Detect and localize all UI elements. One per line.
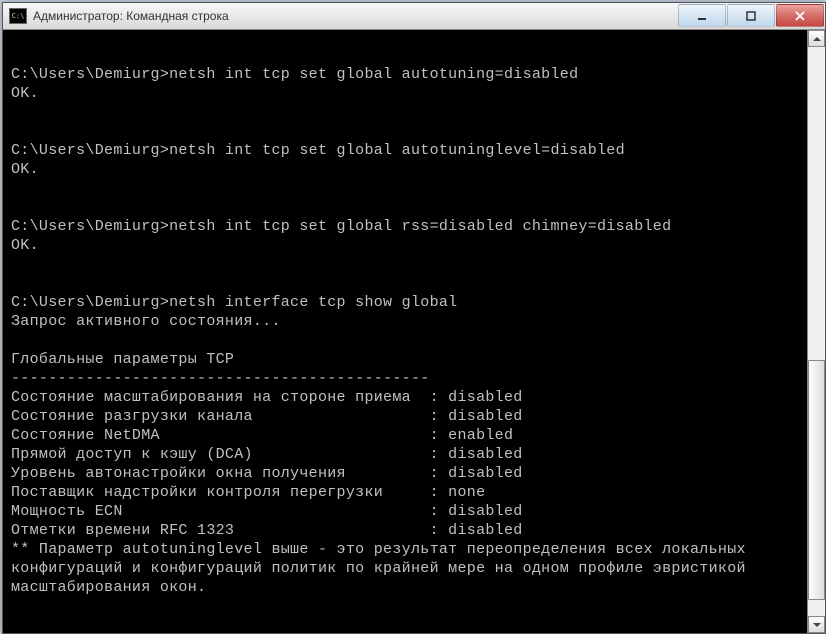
console-viewport[interactable]: C:\Users\Demiurg>netsh int tcp set globa…: [3, 30, 825, 633]
window-title: Администратор: Командная строка: [33, 9, 678, 23]
chevron-down-icon: [813, 623, 821, 627]
console-output: C:\Users\Demiurg>netsh int tcp set globa…: [11, 46, 817, 597]
scroll-thumb[interactable]: [808, 360, 825, 600]
close-icon: [795, 11, 805, 21]
scroll-up-button[interactable]: [808, 30, 825, 47]
chevron-up-icon: [813, 37, 821, 41]
maximize-icon: [746, 11, 756, 21]
vertical-scrollbar[interactable]: [807, 30, 825, 633]
system-menu-icon[interactable]: [9, 8, 27, 24]
minimize-button[interactable]: [678, 4, 726, 27]
terminal-window: Администратор: Командная строка C:\Users…: [2, 2, 826, 634]
close-button[interactable]: [776, 4, 824, 27]
window-controls: [678, 3, 825, 29]
maximize-button[interactable]: [727, 4, 775, 27]
titlebar[interactable]: Администратор: Командная строка: [3, 3, 825, 30]
minimize-icon: [697, 11, 707, 21]
scroll-down-button[interactable]: [808, 616, 825, 633]
